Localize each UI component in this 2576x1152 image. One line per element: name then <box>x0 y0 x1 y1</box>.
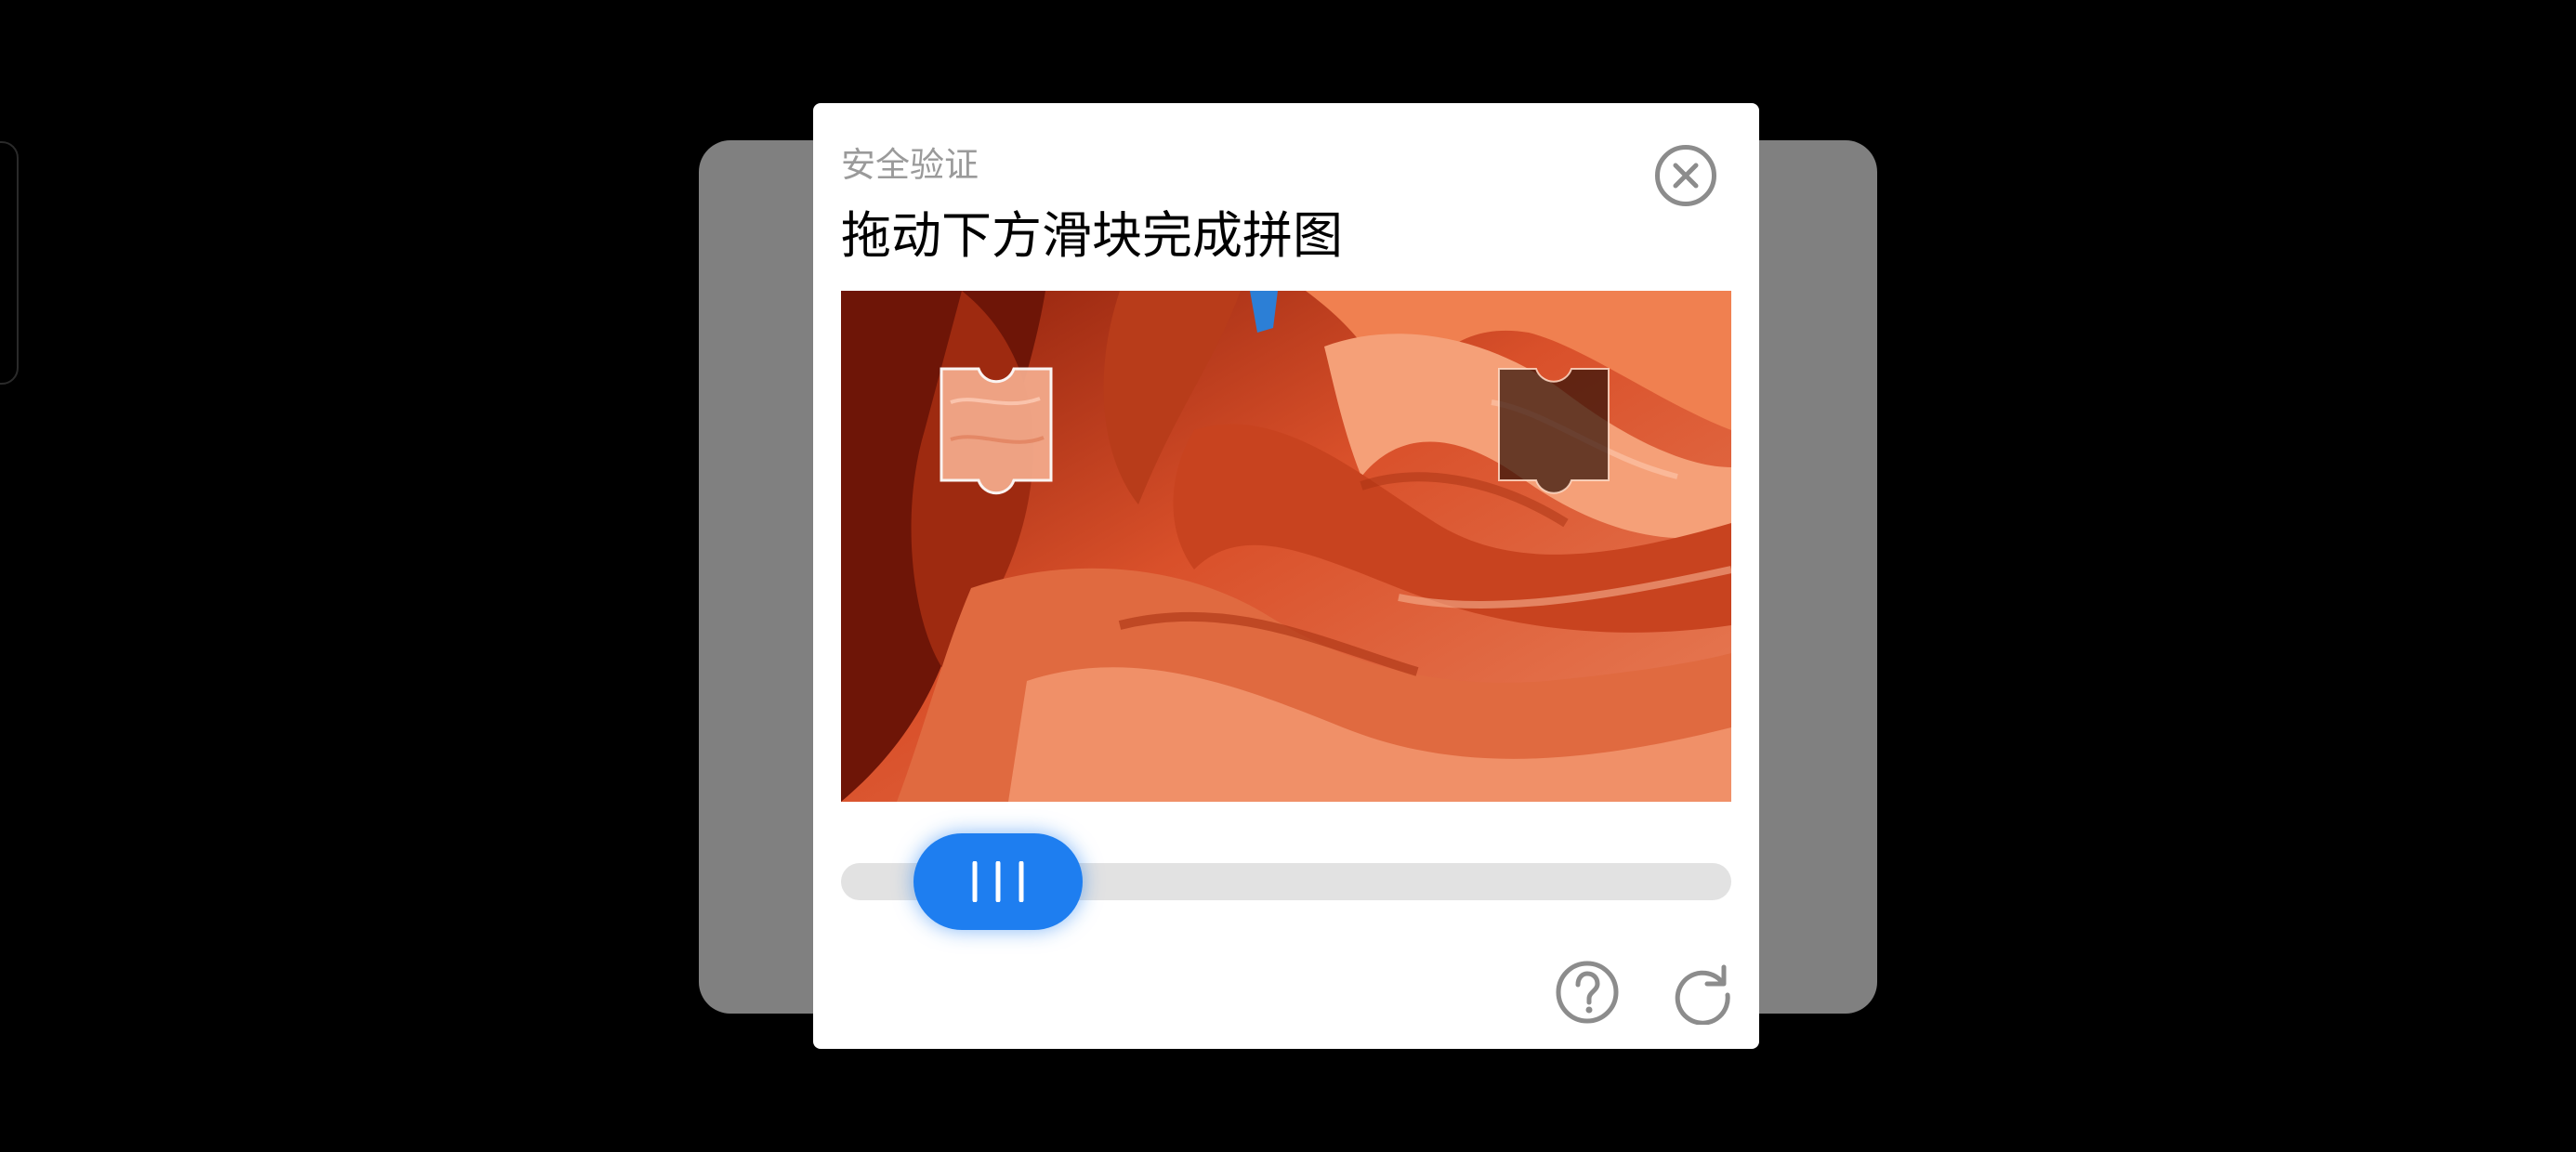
dialog-title: 拖动下方滑块完成拼图 <box>841 206 1343 265</box>
close-icon <box>1673 163 1699 189</box>
background-panel-edge <box>0 141 19 385</box>
puzzle-image <box>841 291 1731 802</box>
question-circle-icon <box>1556 961 1619 1024</box>
dialog-subtitle: 安全验证 <box>841 145 979 185</box>
captcha-dialog: 安全验证 拖动下方滑块完成拼图 <box>813 103 1759 1049</box>
puzzle-target-slot <box>1498 368 1610 494</box>
refresh-button[interactable] <box>1670 960 1735 1026</box>
refresh-icon <box>1675 964 1730 1026</box>
grip-lines-icon <box>972 861 1024 902</box>
slider-handle[interactable] <box>913 833 1083 930</box>
help-button[interactable] <box>1555 960 1620 1025</box>
close-button[interactable] <box>1655 145 1716 206</box>
puzzle-piece <box>940 367 1053 495</box>
